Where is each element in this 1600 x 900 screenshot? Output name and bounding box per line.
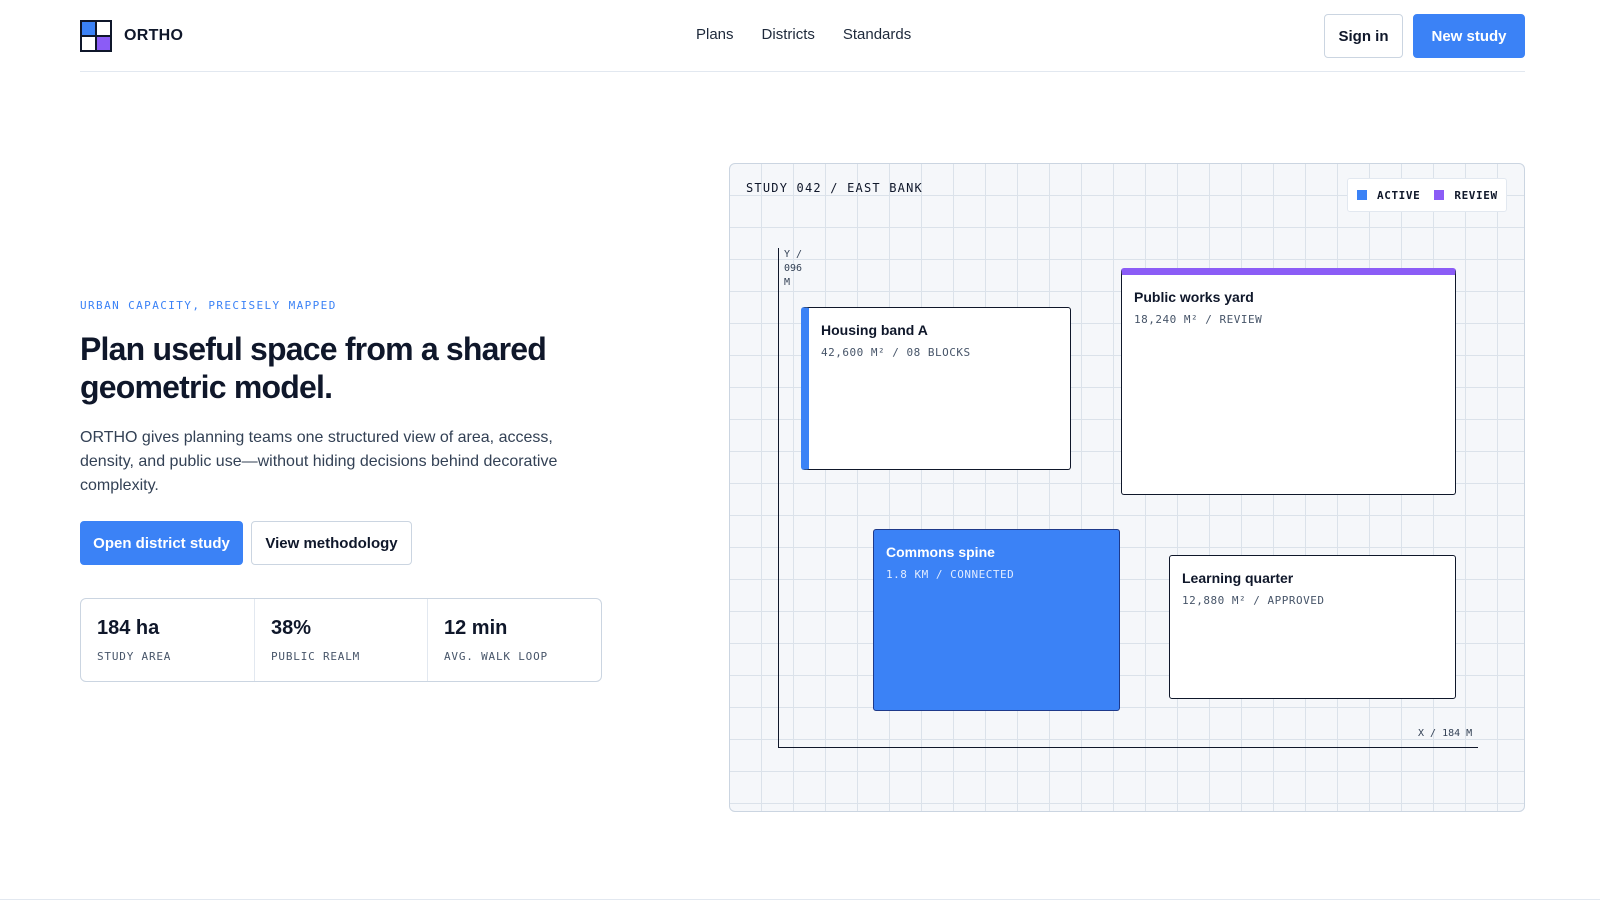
nav-item-plans[interactable]: Plans xyxy=(696,26,734,43)
study-map-panel: STUDY 042 / EAST BANK ACTIVE REVIEW Y / … xyxy=(729,163,1525,812)
legend-review: REVIEW xyxy=(1434,189,1497,202)
map-legend: ACTIVE REVIEW xyxy=(1347,178,1507,212)
block-learning-quarter[interactable]: Learning quarter 12,880 M² / APPROVED xyxy=(1169,555,1456,699)
block-meta: 12,880 M² / APPROVED xyxy=(1182,594,1325,607)
view-methodology-button[interactable]: View methodology xyxy=(251,521,412,565)
brand-logo[interactable]: ORTHO xyxy=(80,20,183,52)
y-axis-line xyxy=(778,248,779,748)
stat-walk-loop: 12 min AVG. WALK LOOP xyxy=(428,599,601,681)
active-swatch-icon xyxy=(1357,190,1367,200)
block-meta: 18,240 M² / REVIEW xyxy=(1134,313,1263,326)
hero-description: ORTHO gives planning teams one structure… xyxy=(80,429,558,494)
stat-public-realm: 38% PUBLIC REALM xyxy=(255,599,428,681)
x-axis-label: X / 184 M xyxy=(1418,728,1473,739)
main-nav: Plans Districts Standards xyxy=(696,26,911,43)
block-public-works-yard[interactable]: Public works yard 18,240 M² / REVIEW xyxy=(1121,268,1456,495)
block-commons-spine[interactable]: Commons spine 1.8 KM / CONNECTED xyxy=(873,529,1120,711)
stat-label: STUDY AREA xyxy=(97,650,172,663)
legend-active: ACTIVE xyxy=(1357,189,1420,202)
new-study-button[interactable]: New study xyxy=(1413,14,1525,58)
hero-eyebrow: URBAN CAPACITY, PRECISELY MAPPED xyxy=(80,299,337,312)
stat-study-area: 184 ha STUDY AREA xyxy=(81,599,255,681)
block-name: Learning quarter xyxy=(1182,570,1294,586)
study-title: STUDY 042 / EAST BANK xyxy=(746,181,923,195)
logo-grid-icon xyxy=(80,20,112,52)
block-meta: 42,600 M² / 08 BLOCKS xyxy=(821,346,971,359)
open-district-study-button[interactable]: Open district study xyxy=(80,521,243,565)
legend-active-label: ACTIVE xyxy=(1377,188,1421,202)
block-meta: 1.8 KM / CONNECTED xyxy=(886,568,1015,581)
block-housing-band-a[interactable]: Housing band A 42,600 M² / 08 BLOCKS xyxy=(801,307,1071,470)
sign-in-button[interactable]: Sign in xyxy=(1324,14,1403,58)
legend-review-label: REVIEW xyxy=(1454,188,1498,202)
block-name: Housing band A xyxy=(821,322,928,338)
nav-item-standards[interactable]: Standards xyxy=(843,26,911,43)
y-axis-label: Y / 096 M xyxy=(784,249,803,288)
nav-item-districts[interactable]: Districts xyxy=(762,26,815,43)
stat-value: 184 ha xyxy=(97,617,160,639)
block-name: Public works yard xyxy=(1134,289,1254,305)
hero-title: Plan useful space from a shared geometri… xyxy=(80,331,547,405)
x-axis-line xyxy=(778,747,1478,748)
review-swatch-icon xyxy=(1434,190,1445,200)
site-header: ORTHO Plans Districts Standards Sign in … xyxy=(80,0,1525,72)
stats-strip: 184 ha STUDY AREA 38% PUBLIC REALM 12 mi… xyxy=(80,598,602,682)
stat-value: 12 min xyxy=(444,617,508,639)
stat-value: 38% xyxy=(271,617,312,639)
block-name: Commons spine xyxy=(886,544,995,560)
stat-label: PUBLIC REALM xyxy=(271,650,361,663)
stat-label: AVG. WALK LOOP xyxy=(444,650,548,663)
brand-name: ORTHO xyxy=(124,27,184,44)
